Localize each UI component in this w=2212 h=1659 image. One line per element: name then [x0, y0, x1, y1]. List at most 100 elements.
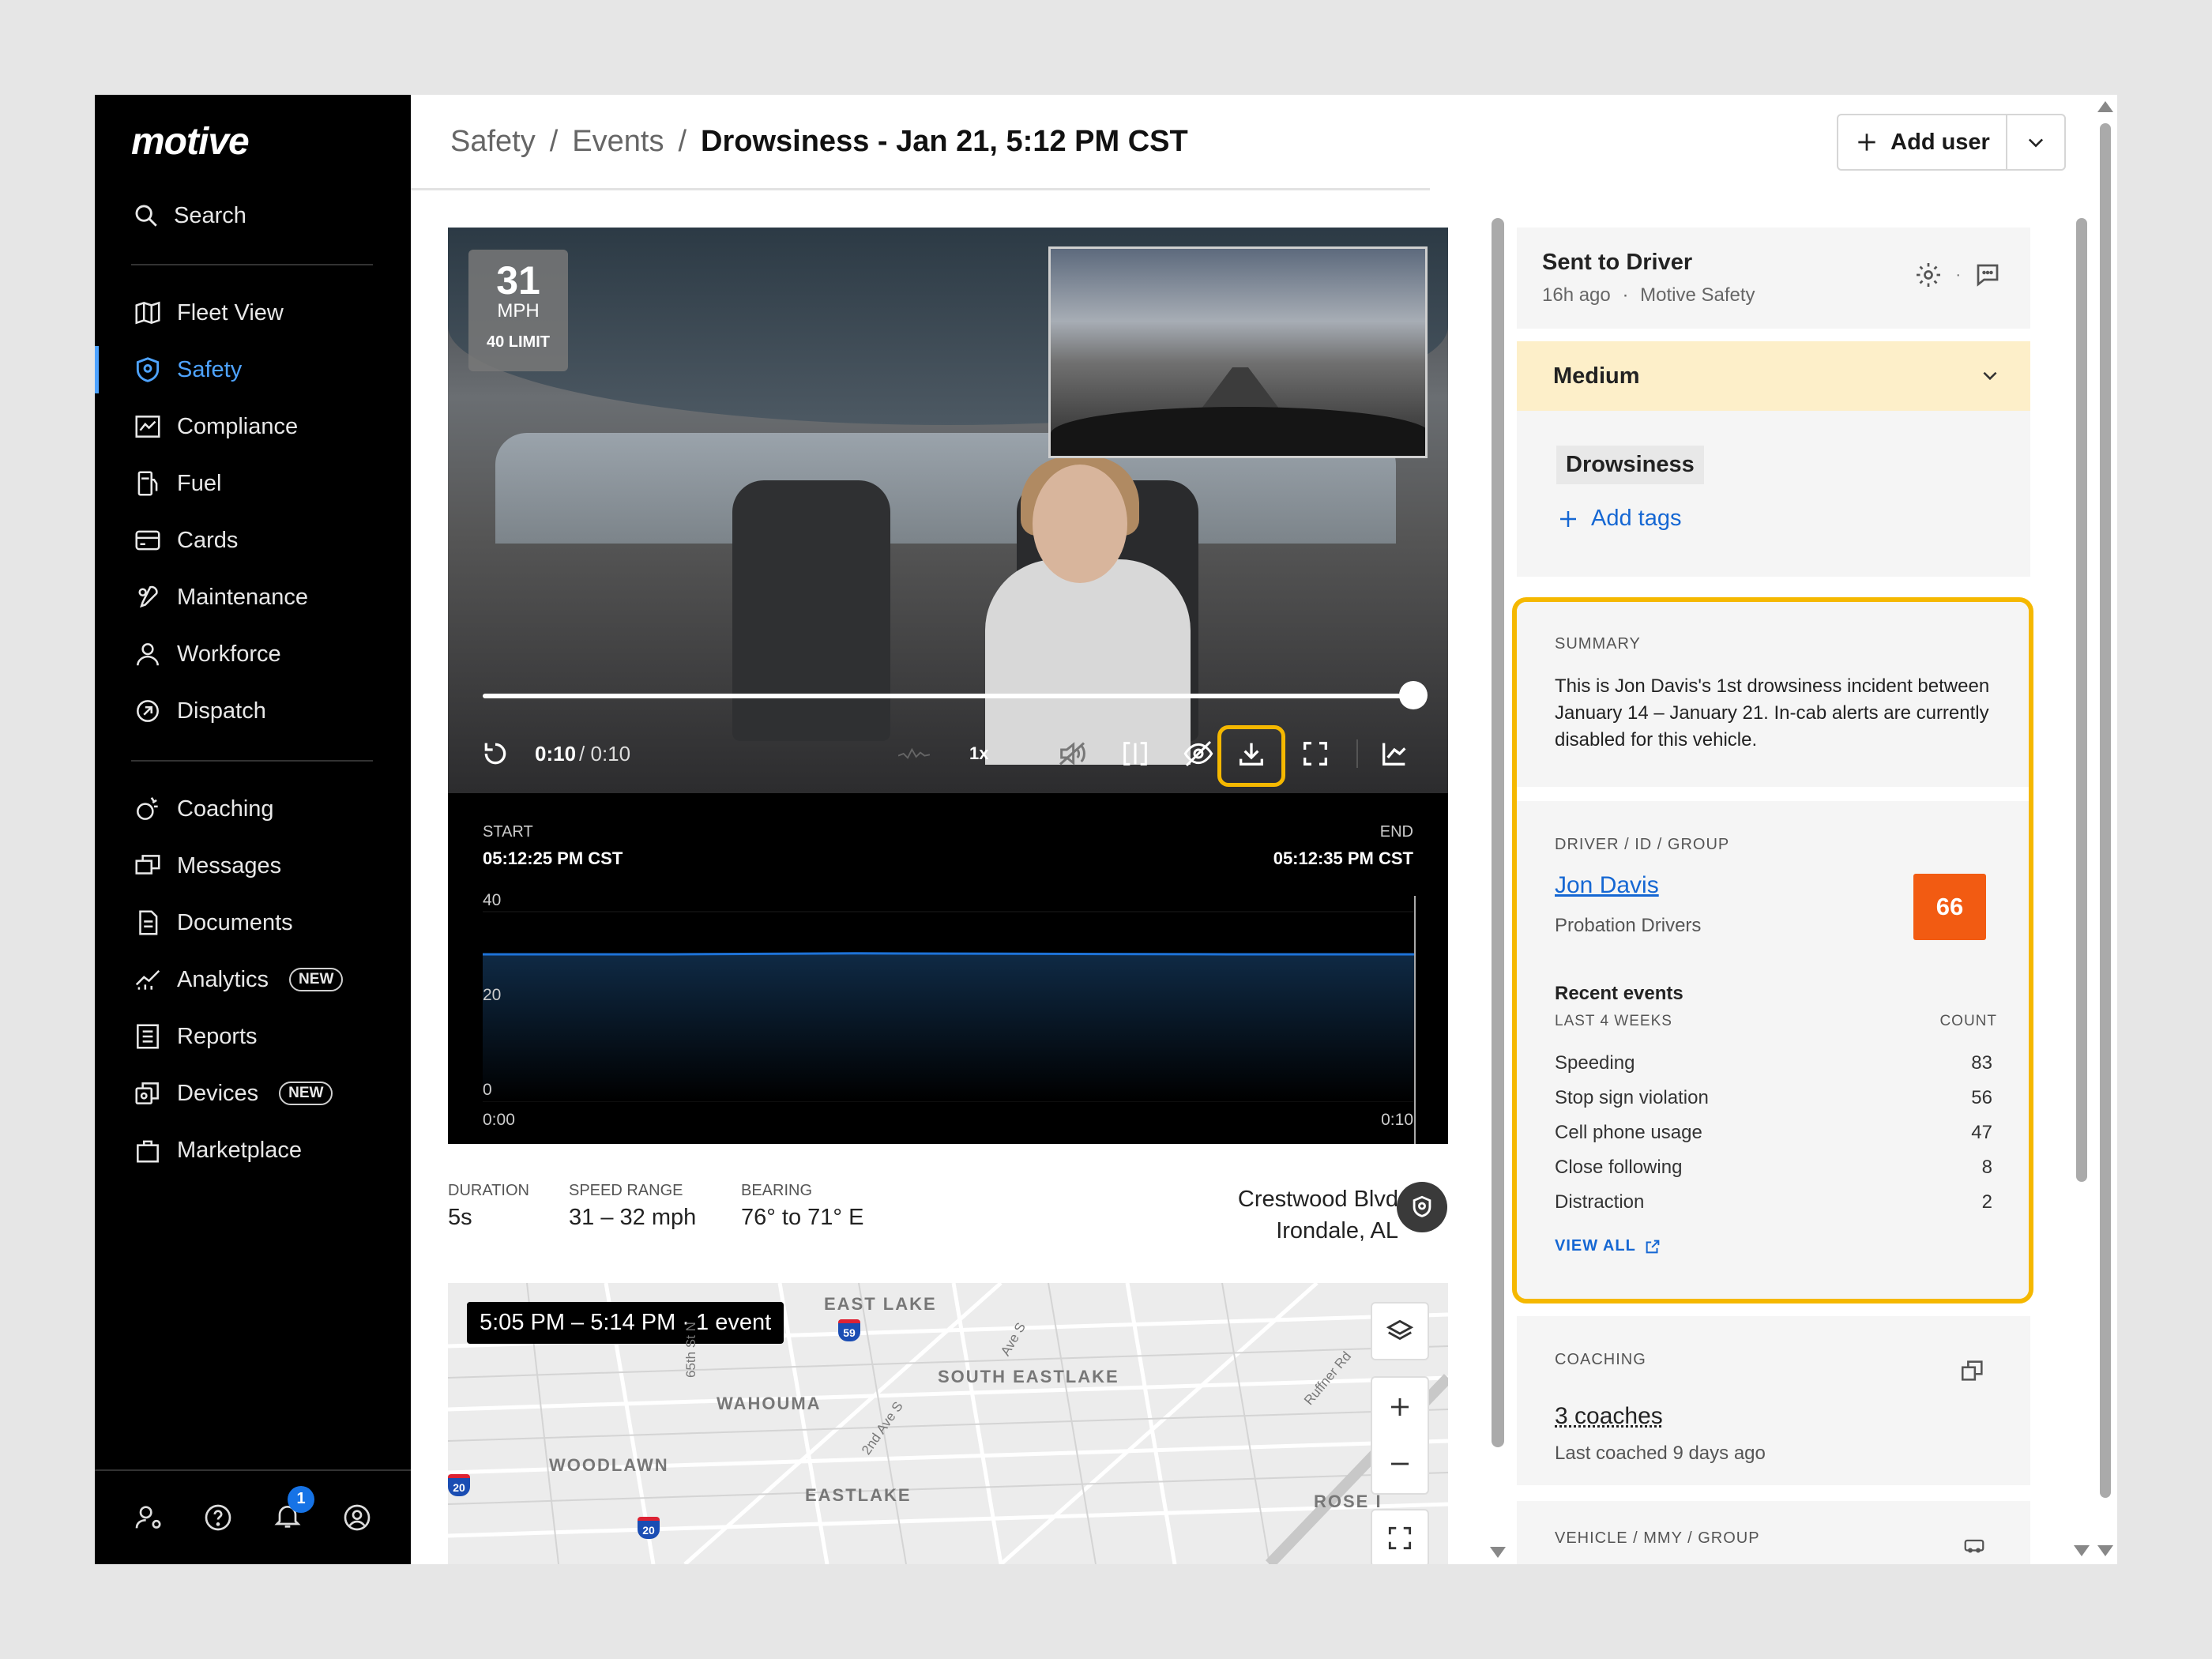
speed-value: 31	[496, 258, 540, 303]
sidebar-search[interactable]: Search	[133, 202, 246, 229]
person-icon	[137, 643, 159, 666]
sidebar-item-devices[interactable]: Devices NEW	[95, 1065, 411, 1122]
breadcrumb-events[interactable]: Events	[572, 125, 664, 159]
sidebar-item-compliance[interactable]: Compliance	[95, 398, 411, 455]
severity-dropdown[interactable]: Medium	[1517, 341, 2030, 411]
sidebar-item-label: Safety	[177, 356, 243, 382]
fuel-icon	[137, 471, 158, 496]
panel-scrollbar[interactable]	[2076, 218, 2087, 1182]
map-label: WAHOUMA	[717, 1394, 822, 1413]
event-row: Close following 8	[1555, 1157, 1992, 1179]
add-user-dropdown-button[interactable]	[2007, 131, 2064, 153]
video-time: 0:10 / 0:10	[535, 735, 630, 773]
add-user-button[interactable]: Add user	[1838, 115, 2007, 169]
y-tick-label: 0	[483, 1081, 492, 1099]
map-fullscreen-button[interactable]	[1371, 1509, 1429, 1564]
breadcrumb-separator: /	[678, 125, 687, 158]
sidebar-item-fleet-view[interactable]: Fleet View	[95, 284, 411, 341]
video-frame-seat	[732, 480, 890, 741]
sidebar-item-dispatch[interactable]: Dispatch	[95, 683, 411, 739]
gear-icon[interactable]	[1914, 261, 1943, 289]
chevron-down-icon	[1983, 371, 1997, 381]
speed-limit: 40 LIMIT	[486, 333, 550, 351]
window-scrollbar[interactable]	[2100, 123, 2111, 1498]
view-all-link[interactable]: VIEW ALL	[1555, 1237, 1661, 1255]
sidebar-item-safety[interactable]: Safety	[95, 341, 411, 398]
y-tick-label: 20	[483, 986, 501, 1004]
playback-rate-button[interactable]: 1x	[969, 735, 988, 773]
map-label: WOODLAWN	[549, 1455, 669, 1475]
notifications[interactable]: 1	[272, 1485, 314, 1536]
motive-logo[interactable]: motive	[131, 120, 250, 164]
event-tag[interactable]: Drowsiness	[1556, 446, 1704, 484]
scroll-up-arrow[interactable]	[2097, 101, 2113, 112]
event-row: Speeding 83	[1555, 1052, 1992, 1074]
chevron-down-icon	[2028, 138, 2044, 148]
main-scrollbar[interactable]	[1492, 218, 1504, 1447]
map-layers-button[interactable]	[1371, 1302, 1429, 1360]
blur-toggle-button[interactable]	[1183, 735, 1214, 773]
event-name: Distraction	[1555, 1191, 1645, 1213]
sidebar-item-messages[interactable]: Messages	[95, 837, 411, 894]
video-progress-bar[interactable]	[483, 694, 1413, 698]
summary-section: SUMMARY This is Jon Davis's 1st drowsine…	[1517, 602, 2029, 787]
coaches-link[interactable]: 3 coaches	[1555, 1403, 1663, 1430]
dispatch-icon	[137, 700, 159, 722]
zoom-out-icon[interactable]	[1385, 1449, 1415, 1479]
comment-icon[interactable]	[1973, 261, 2002, 289]
road-camera-pip[interactable]	[1048, 246, 1428, 458]
zoom-in-icon[interactable]	[1385, 1392, 1415, 1422]
fullscreen-button[interactable]	[1300, 735, 1331, 773]
speed-graph[interactable]: START 05:12:25 PM CST END 05:12:35 PM CS…	[448, 793, 1448, 1144]
location-marker[interactable]	[1397, 1182, 1447, 1232]
plus-icon	[1560, 510, 1576, 527]
account-icon[interactable]	[341, 1502, 373, 1533]
sidebar-item-marketplace[interactable]: Marketplace	[95, 1122, 411, 1179]
mute-button[interactable]	[1056, 735, 1088, 773]
sidebar-item-fuel[interactable]: Fuel	[95, 455, 411, 512]
video-progress-handle[interactable]	[1399, 681, 1428, 709]
scroll-down-arrow[interactable]	[2097, 1545, 2113, 1556]
status-meta: 16h ago · Motive Safety	[1542, 284, 1755, 307]
pip-dashboard	[1051, 407, 1425, 456]
speed-overlay: 31 MPH 40 LIMIT	[468, 250, 568, 371]
duration-value: 5s	[448, 1205, 472, 1230]
actions-separator: ·	[1955, 265, 1961, 284]
breadcrumb: Safety / Events / Drowsiness - Jan 21, 5…	[450, 125, 1188, 159]
summary-label: SUMMARY	[1555, 635, 1641, 653]
sidebar-item-documents[interactable]: Documents	[95, 894, 411, 951]
scroll-down-arrow[interactable]	[1490, 1547, 1506, 1558]
vehicle-label: VEHICLE / MMY / GROUP	[1555, 1529, 1760, 1547]
help-icon[interactable]	[202, 1502, 234, 1533]
vehicle-icon[interactable]	[1962, 1533, 1986, 1556]
replay-button[interactable]	[480, 735, 511, 773]
breadcrumb-safety[interactable]: Safety	[450, 125, 536, 159]
page-title: Drowsiness - Jan 21, 5:12 PM CST	[701, 125, 1188, 158]
card-icon	[135, 530, 160, 551]
sidebar-item-coaching[interactable]: Coaching	[95, 781, 411, 837]
sidebar-item-reports[interactable]: Reports	[95, 1008, 411, 1065]
coaching-session-icon[interactable]	[1959, 1357, 1986, 1384]
split-view-button[interactable]	[1119, 735, 1151, 773]
wrench-icon	[138, 585, 158, 608]
download-highlight	[1217, 725, 1285, 787]
event-location: Crestwood Blvd Irondale, AL	[1114, 1183, 1398, 1247]
add-tags-button[interactable]: Add tags	[1556, 506, 1681, 532]
driver-name-link[interactable]: Jon Davis	[1555, 872, 1659, 899]
document-icon	[139, 910, 158, 935]
event-row: Cell phone usage 47	[1555, 1122, 1992, 1144]
scroll-down-arrow[interactable]	[2074, 1545, 2090, 1556]
sidebar-item-maintenance[interactable]: Maintenance	[95, 569, 411, 626]
event-row: Stop sign violation 56	[1555, 1087, 1992, 1109]
search-icon	[135, 205, 157, 227]
sidebar-item-label: Messages	[177, 852, 282, 878]
status-time: 16h ago	[1542, 284, 1611, 306]
graph-toggle-button[interactable]	[1379, 735, 1410, 773]
sidebar-item-workforce[interactable]: Workforce	[95, 626, 411, 683]
sidebar-item-analytics[interactable]: Analytics NEW	[95, 951, 411, 1008]
sidebar-item-label: Compliance	[177, 413, 299, 439]
video-player[interactable]: 31 MPH 40 LIMIT 0:10 / 0:10 1x	[448, 228, 1448, 793]
event-map[interactable]: 5:05 PM – 5:14 PM · 1 event EAST LAKE SO…	[448, 1283, 1448, 1564]
user-settings-icon[interactable]	[133, 1502, 164, 1533]
sidebar-item-cards[interactable]: Cards	[95, 512, 411, 569]
